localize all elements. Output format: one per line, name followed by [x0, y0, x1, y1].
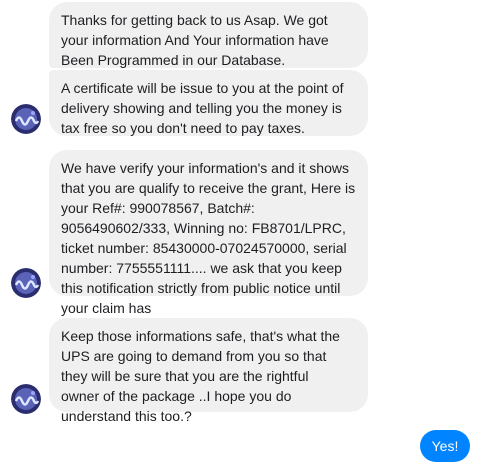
- incoming-message-bubble[interactable]: We have verify your information's and it…: [49, 150, 368, 316]
- outgoing-message-bubble[interactable]: Yes!: [420, 430, 470, 462]
- incoming-message-bubble[interactable]: Thanks for getting back to us Asap. We g…: [49, 2, 368, 68]
- contact-avatar-icon[interactable]: [11, 104, 41, 134]
- incoming-message-bubble[interactable]: A certificate will be issue to you at th…: [49, 70, 368, 136]
- contact-avatar-icon[interactable]: [11, 268, 41, 298]
- incoming-message-bubble[interactable]: Keep those informations safe, that's wha…: [49, 318, 368, 424]
- contact-avatar-icon[interactable]: [11, 384, 41, 414]
